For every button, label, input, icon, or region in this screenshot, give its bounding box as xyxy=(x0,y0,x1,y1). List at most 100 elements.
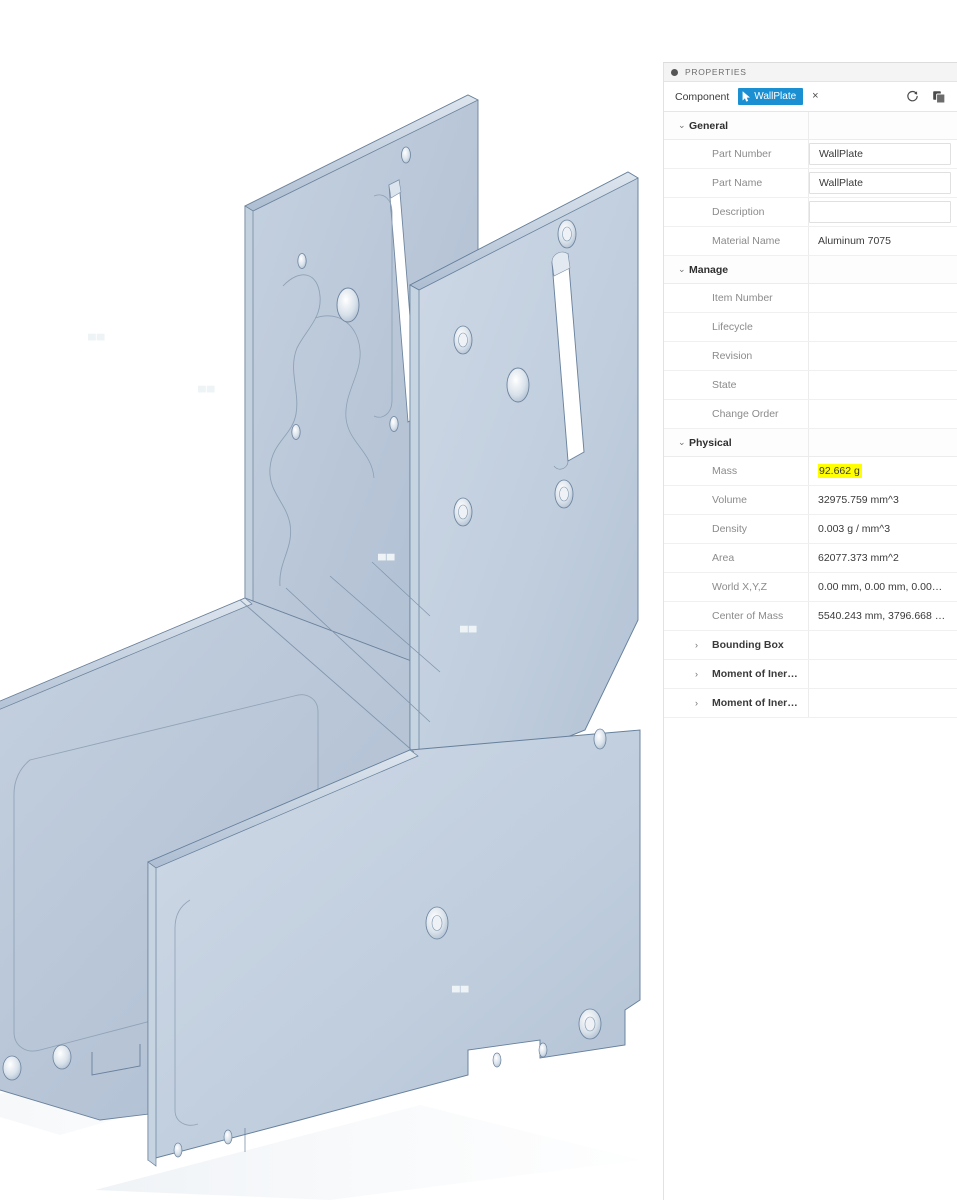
property-value: 0.00 mm, 0.00 mm, 0.00… xyxy=(818,581,943,593)
chip-label: WallPlate xyxy=(754,91,797,102)
group-header-left: ⌄ General xyxy=(664,112,809,139)
group-name: General xyxy=(689,119,729,132)
cad-model-render[interactable] xyxy=(0,0,663,1200)
group-header-right xyxy=(809,112,957,139)
property-label: Change Order xyxy=(664,400,809,428)
property-label: Part Name xyxy=(664,169,809,197)
table-row[interactable]: Part Name WallPlate xyxy=(664,169,957,198)
group-header-left: › Moment of Iner… xyxy=(664,689,809,717)
viewport-watermark: ▄▄ xyxy=(88,328,106,340)
property-group-header-manage[interactable]: ⌄ Manage xyxy=(664,256,957,284)
property-group-header-bounding-box[interactable]: › Bounding Box xyxy=(664,631,957,660)
property-value-mass: 92.662 g xyxy=(809,457,957,485)
property-value: 0.003 g / mm^3 xyxy=(818,523,891,535)
table-row[interactable]: Item Number xyxy=(664,284,957,313)
cad-3d-viewport[interactable]: ▄▄ ▄▄ ▄▄ ▄▄ ▄▄ xyxy=(0,0,663,1200)
group-header-left: › Bounding Box xyxy=(664,631,809,659)
property-label: Material Name xyxy=(664,227,809,255)
property-group-header-general[interactable]: ⌄ General xyxy=(664,112,957,140)
property-value-input[interactable] xyxy=(809,201,951,223)
application-window: ▄▄ ▄▄ ▄▄ ▄▄ ▄▄ PROPERTIES Component Wall… xyxy=(0,0,957,1200)
property-value xyxy=(809,284,957,312)
property-label: Part Number xyxy=(664,140,809,168)
group-header-right xyxy=(809,256,957,283)
property-label: World X,Y,Z xyxy=(664,573,809,601)
property-value-input[interactable]: WallPlate xyxy=(809,172,951,194)
property-value xyxy=(809,689,957,717)
property-value: 5540.243 mm, 3796.668 … xyxy=(818,610,946,622)
table-row[interactable]: Change Order xyxy=(664,400,957,429)
property-value: Aluminum 7075 xyxy=(818,235,891,247)
viewport-watermark: ▄▄ xyxy=(460,620,478,632)
table-row[interactable]: World X,Y,Z 0.00 mm, 0.00 mm, 0.00… xyxy=(664,573,957,602)
table-row[interactable]: Area 62077.373 mm^2 xyxy=(664,544,957,573)
property-label: Mass xyxy=(664,457,809,485)
table-row[interactable]: Mass 92.662 g xyxy=(664,457,957,486)
property-list[interactable]: ⌄ General Part Number WallPlate Part Nam… xyxy=(664,112,957,1200)
property-label: Lifecycle xyxy=(664,313,809,341)
property-label: Density xyxy=(664,515,809,543)
panel-title-bar: PROPERTIES xyxy=(664,63,957,82)
copy-button[interactable] xyxy=(929,87,948,106)
group-header-right xyxy=(809,429,957,456)
viewport-watermark: ▄▄ xyxy=(378,548,396,560)
highlighted-value: 92.662 g xyxy=(818,464,862,478)
property-group-header-physical[interactable]: ⌄ Physical xyxy=(664,429,957,457)
clear-selection-button[interactable]: × xyxy=(812,91,818,102)
property-label: Area xyxy=(664,544,809,572)
chevron-right-icon: › xyxy=(695,668,698,679)
refresh-icon xyxy=(907,90,918,102)
chevron-down-icon: ⌄ xyxy=(678,120,686,130)
property-value: 62077.373 mm^2 xyxy=(818,552,899,564)
property-label: Description xyxy=(664,198,809,226)
cursor-arrow-icon xyxy=(742,91,751,102)
group-name: Moment of Iner… xyxy=(712,668,798,680)
table-row[interactable]: Revision xyxy=(664,342,957,371)
table-row[interactable]: Volume 32975.759 mm^3 xyxy=(664,486,957,515)
property-value xyxy=(809,342,957,370)
chevron-right-icon: › xyxy=(695,697,698,708)
chevron-down-icon: ⌄ xyxy=(678,437,686,447)
selected-component-chip[interactable]: WallPlate xyxy=(738,88,804,105)
front-plate xyxy=(409,171,639,807)
chevron-right-icon: › xyxy=(695,639,698,650)
property-value: 32975.759 mm^3 xyxy=(818,494,899,506)
viewport-watermark: ▄▄ xyxy=(198,380,216,392)
table-row[interactable]: State xyxy=(664,371,957,400)
copy-icon xyxy=(932,90,945,103)
group-header-left: › Moment of Iner… xyxy=(664,660,809,688)
table-row[interactable]: Density 0.003 g / mm^3 xyxy=(664,515,957,544)
chevron-down-icon: ⌄ xyxy=(678,264,686,274)
group-name: Physical xyxy=(689,436,732,449)
selection-type-label: Component xyxy=(675,90,730,103)
property-value-input[interactable]: WallPlate xyxy=(809,143,951,165)
group-header-left: ⌄ Manage xyxy=(664,256,809,283)
table-row[interactable]: Material Name Aluminum 7075 xyxy=(664,227,957,256)
property-value xyxy=(809,371,957,399)
property-value xyxy=(809,631,957,659)
refresh-button[interactable] xyxy=(903,87,922,106)
property-value xyxy=(809,660,957,688)
property-value xyxy=(809,313,957,341)
property-label: Revision xyxy=(664,342,809,370)
group-header-left: ⌄ Physical xyxy=(664,429,809,456)
table-row[interactable]: Lifecycle xyxy=(664,313,957,342)
property-group-header-moment-of-inertia-1[interactable]: › Moment of Iner… xyxy=(664,660,957,689)
property-group-header-moment-of-inertia-2[interactable]: › Moment of Iner… xyxy=(664,689,957,718)
property-label: State xyxy=(664,371,809,399)
properties-panel: PROPERTIES Component WallPlate × ⌄ Gener… xyxy=(663,62,957,1200)
table-row[interactable]: Part Number WallPlate xyxy=(664,140,957,169)
group-name: Manage xyxy=(689,263,729,276)
page-title: PROPERTIES xyxy=(685,67,747,77)
group-name: Moment of Iner… xyxy=(712,697,798,709)
table-row[interactable]: Center of Mass 5540.243 mm, 3796.668 … xyxy=(664,602,957,631)
selection-toolbar: Component WallPlate × xyxy=(664,82,957,112)
property-label: Volume xyxy=(664,486,809,514)
group-name: Bounding Box xyxy=(712,639,784,651)
property-label: Item Number xyxy=(664,284,809,312)
filled-circle-icon xyxy=(671,68,678,76)
property-label: Center of Mass xyxy=(664,602,809,630)
viewport-watermark: ▄▄ xyxy=(452,980,470,992)
property-value xyxy=(809,400,957,428)
table-row[interactable]: Description xyxy=(664,198,957,227)
